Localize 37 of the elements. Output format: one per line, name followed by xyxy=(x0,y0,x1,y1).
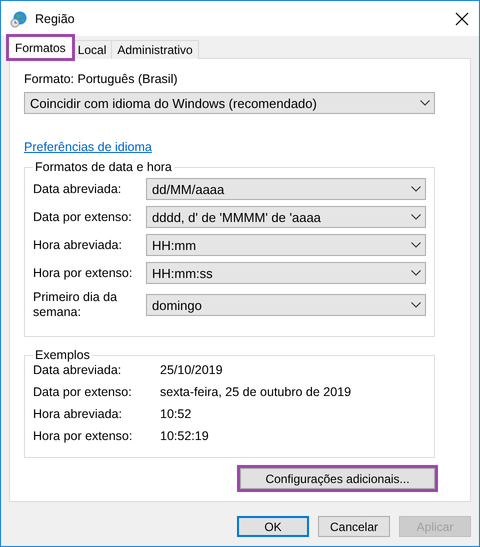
dropdown[interactable]: domingo xyxy=(146,294,426,316)
example-value: 10:52 xyxy=(160,407,192,421)
globe-icon xyxy=(10,10,28,28)
dialog-button[interactable]: OK xyxy=(237,516,309,537)
group-title: Formatos de data e hora xyxy=(34,160,173,174)
example-value: 25/10/2019 xyxy=(160,363,224,377)
field-label: Hora abreviada: xyxy=(33,238,123,252)
format-label: Formato: Português (Brasil) xyxy=(24,72,179,86)
example-label: Hora por extenso: xyxy=(33,429,134,443)
field-label: Primeiro dia da semana: xyxy=(33,290,118,320)
dropdown[interactable]: Coincidir com idioma do Windows (recomendado) xyxy=(24,92,435,114)
chevron-down-icon xyxy=(411,302,421,308)
example-value: sexta-feira, 25 de outubro de 2019 xyxy=(160,385,352,399)
example-value: 10:52:19 xyxy=(160,429,210,443)
dropdown[interactable]: HH:mm:ss xyxy=(146,262,426,284)
close-icon[interactable] xyxy=(455,12,469,26)
example-label: Hora abreviada: xyxy=(33,407,123,421)
chevron-down-icon xyxy=(411,270,421,276)
chevron-down-icon xyxy=(420,100,430,106)
example-label: Data por extenso: xyxy=(33,385,133,399)
chevron-down-icon xyxy=(411,186,421,192)
dialog-button[interactable]: Cancelar xyxy=(318,516,390,537)
language-preferences-link[interactable]: Preferências de idioma xyxy=(24,140,152,154)
chevron-down-icon xyxy=(411,214,421,220)
field-label: Hora por extenso: xyxy=(33,266,134,280)
field-label: Data por extenso: xyxy=(33,210,133,224)
dropdown[interactable]: dddd, d' de 'MMMM' de 'aaaa xyxy=(146,206,426,228)
group-title: Exemplos xyxy=(34,348,91,362)
additional-settings-button[interactable]: Configurações adicionais... xyxy=(240,468,435,489)
tab[interactable]: Formatos xyxy=(8,36,73,59)
field-label: Data abreviada: xyxy=(33,182,122,196)
example-label: Data abreviada: xyxy=(33,363,122,377)
dropdown[interactable]: dd/MM/aaaa xyxy=(146,178,426,200)
dropdown[interactable]: HH:mm xyxy=(146,234,426,256)
tab[interactable]: Administrativo xyxy=(111,40,199,59)
chevron-down-icon xyxy=(411,242,421,248)
window-title: Região xyxy=(35,12,76,26)
